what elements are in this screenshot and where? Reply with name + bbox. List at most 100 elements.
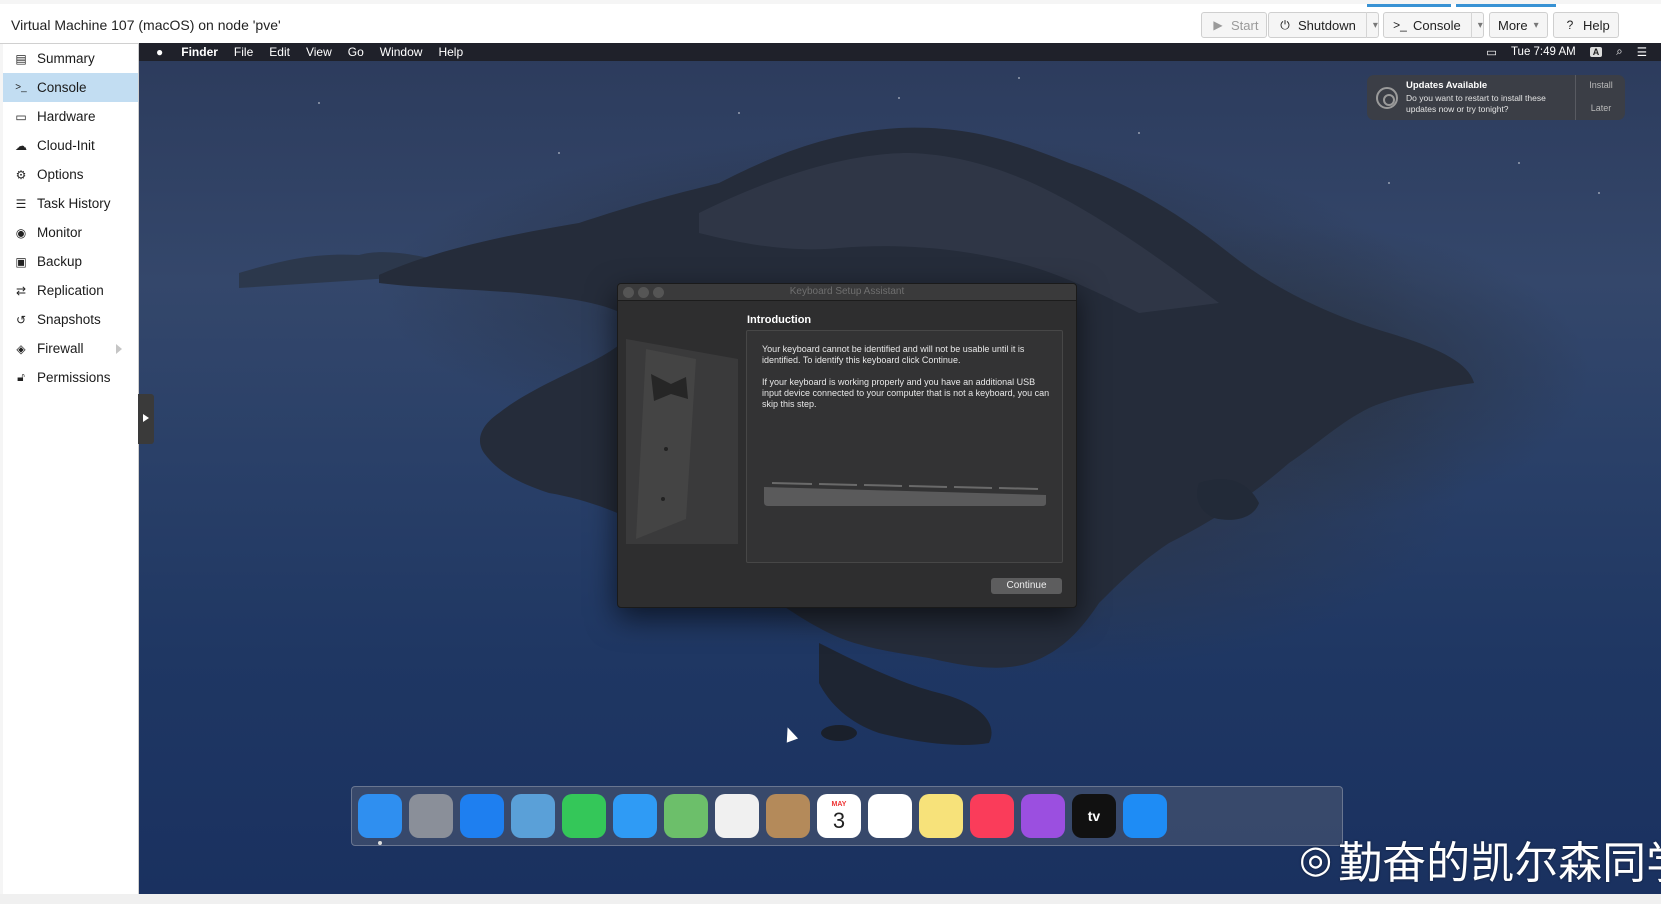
- notification-later-button[interactable]: Later: [1577, 103, 1625, 113]
- spotlight-search-icon[interactable]: ⌕: [1616, 46, 1622, 59]
- sidebar-item-label: Hardware: [37, 109, 96, 124]
- sidebar-item-hardware[interactable]: ▭ Hardware: [3, 102, 138, 131]
- dock-app-label: tv: [1087, 808, 1101, 824]
- sidebar-item-label: Console: [37, 80, 87, 95]
- dock-facetime-icon[interactable]: [562, 794, 606, 838]
- power-icon: ⏻: [1280, 17, 1290, 32]
- help-button-label: Help: [1583, 17, 1610, 33]
- sidebar-collapse-toggle[interactable]: [138, 394, 154, 444]
- dock-photos-icon[interactable]: [715, 794, 759, 838]
- sidebar-item-label: Permissions: [37, 370, 111, 385]
- vm-sidebar: ▤ Summary >_ Console ▭ Hardware ☁ Cloud-…: [3, 44, 139, 894]
- menu-file[interactable]: File: [234, 45, 253, 59]
- menu-edit[interactable]: Edit: [269, 45, 290, 59]
- sidebar-item-label: Summary: [37, 51, 95, 66]
- notification-body: Do you want to restart to install these …: [1406, 93, 1546, 114]
- sidebar-item-label: Backup: [37, 254, 83, 269]
- sidebar-item-firewall[interactable]: ◈ Firewall: [3, 334, 138, 363]
- dock-launchpad-icon[interactable]: [409, 794, 453, 838]
- vm-title: Virtual Machine 107 (macOS) on node 'pve…: [11, 17, 281, 33]
- dialog-paragraph-2: If your keyboard is working properly and…: [762, 377, 1050, 409]
- eye-icon: ◉: [15, 225, 27, 240]
- dock-maps-icon[interactable]: [664, 794, 708, 838]
- sidebar-item-options[interactable]: ⚙ Options: [3, 160, 138, 189]
- chevron-down-icon: ▾: [1533, 19, 1539, 31]
- dock-reminders-icon[interactable]: [868, 794, 912, 838]
- menubar-status-area: ▭ Tue 7:49 AM A ⌕ ☰: [1486, 43, 1661, 61]
- sidebar-item-label: Task History: [37, 196, 111, 211]
- sidebar-item-cloud-init[interactable]: ☁ Cloud-Init: [3, 131, 138, 160]
- sidebar-item-backup[interactable]: ▣ Backup: [3, 247, 138, 276]
- calendar-day: 3: [832, 807, 846, 833]
- more-button[interactable]: More ▾: [1489, 12, 1548, 38]
- sidebar-item-snapshots[interactable]: ↺ Snapshots: [3, 305, 138, 334]
- desktop-icon: ▭: [15, 109, 27, 124]
- dock-notes-icon[interactable]: [919, 794, 963, 838]
- sidebar-item-monitor[interactable]: ◉ Monitor: [3, 218, 138, 247]
- console-button[interactable]: >_ Console ▾: [1383, 12, 1484, 38]
- sidebar-item-label: Monitor: [37, 225, 83, 240]
- floppy-icon: ▣: [15, 254, 27, 269]
- dock-tv-icon[interactable]: tv: [1072, 794, 1116, 838]
- menu-go[interactable]: Go: [348, 45, 364, 59]
- menu-window[interactable]: Window: [380, 45, 423, 59]
- console-button-label: Console: [1413, 17, 1461, 33]
- sidebar-item-label: Replication: [37, 283, 104, 298]
- help-button[interactable]: ? Help: [1553, 12, 1619, 38]
- chevron-down-icon[interactable]: ▾: [1470, 12, 1483, 38]
- book-icon: ▤: [15, 51, 27, 66]
- sidebar-item-console[interactable]: >_ Console: [3, 73, 138, 102]
- history-icon: ↺: [15, 312, 27, 327]
- gear-icon: ⚙: [15, 167, 27, 182]
- chevron-right-icon: [116, 344, 122, 354]
- chevron-down-icon[interactable]: ▾: [1365, 12, 1378, 38]
- input-source-icon[interactable]: A: [1589, 47, 1603, 57]
- menubar-clock[interactable]: Tue 7:49 AM: [1511, 46, 1576, 58]
- sidebar-item-summary[interactable]: ▤ Summary: [3, 44, 138, 73]
- menu-help[interactable]: Help: [438, 45, 463, 59]
- dialog-paragraph-1: Your keyboard cannot be identified and w…: [762, 344, 1025, 365]
- sidebar-item-label: Snapshots: [37, 312, 101, 327]
- sidebar-item-label: Firewall: [37, 341, 84, 356]
- macos-dock: MAY 3 tv: [351, 786, 1343, 846]
- keyboard-illustration: [764, 482, 1046, 506]
- continue-button[interactable]: Continue: [991, 578, 1062, 594]
- dock-mail-icon[interactable]: [511, 794, 555, 838]
- shutdown-button-label: Shutdown: [1298, 17, 1356, 33]
- retweet-icon: ⇄: [15, 283, 27, 298]
- sidebar-item-task-history[interactable]: ☰ Task History: [3, 189, 138, 218]
- proxmox-vm-console-page: Virtual Machine 107 (macOS) on node 'pve…: [0, 0, 1661, 904]
- menubar-app-name[interactable]: Finder: [181, 45, 218, 59]
- dialog-heading: Introduction: [747, 314, 812, 326]
- display-mirror-icon[interactable]: ▭: [1486, 45, 1497, 59]
- sidebar-item-replication[interactable]: ⇄ Replication: [3, 276, 138, 305]
- apple-icon[interactable]: ●: [156, 45, 163, 59]
- dock-messages-icon[interactable]: [613, 794, 657, 838]
- accent-strip: [1367, 4, 1451, 7]
- dock-contacts-icon[interactable]: [766, 794, 810, 838]
- weibo-logo-icon: ◎: [1299, 838, 1333, 881]
- menu-view[interactable]: View: [306, 45, 332, 59]
- dock-safari-icon[interactable]: [460, 794, 504, 838]
- keyboard-setup-dialog: Keyboard Setup Assistant Introduction Yo…: [617, 283, 1077, 608]
- vnc-console[interactable]: ● Finder File Edit View Go Window Help ▭…: [139, 43, 1661, 894]
- sidebar-item-permissions[interactable]: 🔓︎ Permissions: [3, 363, 138, 392]
- dock-finder-icon[interactable]: [358, 794, 402, 838]
- vm-header-bar: Virtual Machine 107 (macOS) on node 'pve…: [0, 4, 1661, 44]
- updates-notification[interactable]: Updates Available Do you want to restart…: [1367, 75, 1625, 120]
- dock-calendar-icon[interactable]: MAY 3: [817, 794, 861, 838]
- notification-install-button[interactable]: Install: [1577, 80, 1625, 90]
- start-button[interactable]: ▶ Start: [1201, 12, 1268, 38]
- dock-music-icon[interactable]: [970, 794, 1014, 838]
- dock-app-store-icon[interactable]: [1123, 794, 1167, 838]
- bottom-border: [0, 894, 1661, 904]
- notification-center-icon[interactable]: ☰: [1637, 45, 1647, 59]
- watermark-text: 勤奋的凯尔森同学: [1338, 839, 1661, 888]
- dock-podcasts-icon[interactable]: [1021, 794, 1065, 838]
- terminal-icon: >_: [1393, 18, 1407, 32]
- notification-title: Updates Available: [1406, 80, 1488, 91]
- more-button-label: More: [1498, 17, 1528, 33]
- dialog-title: Keyboard Setup Assistant: [789, 286, 905, 297]
- shutdown-button[interactable]: ⏻ Shutdown ▾: [1268, 12, 1379, 38]
- play-icon: ▶: [1213, 18, 1223, 32]
